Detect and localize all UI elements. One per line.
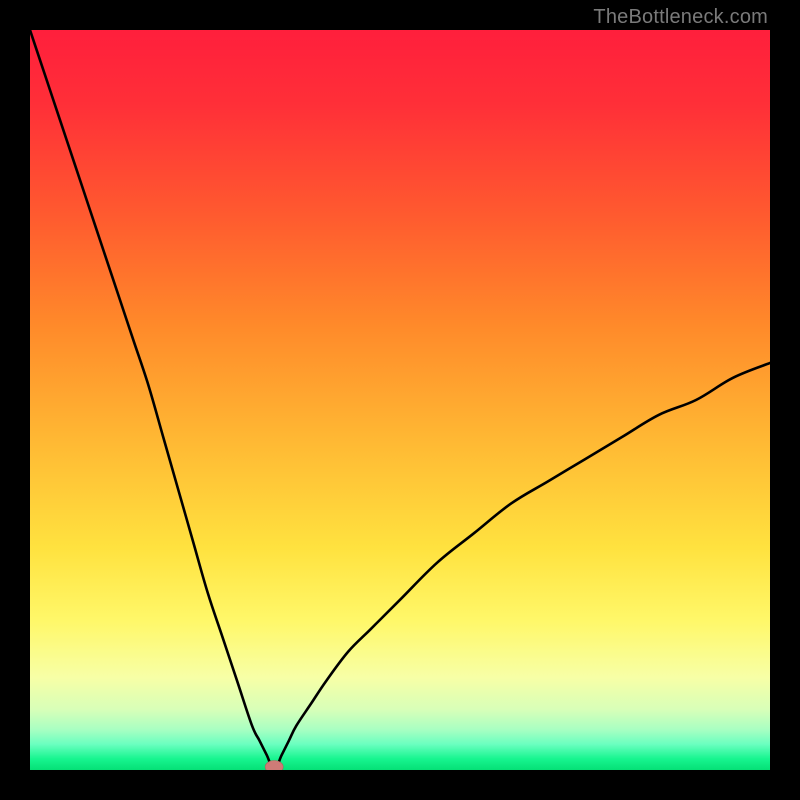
chart-frame xyxy=(30,30,770,770)
watermark-text: TheBottleneck.com xyxy=(593,6,768,29)
gradient-background xyxy=(30,30,770,770)
bottleneck-chart xyxy=(30,30,770,770)
